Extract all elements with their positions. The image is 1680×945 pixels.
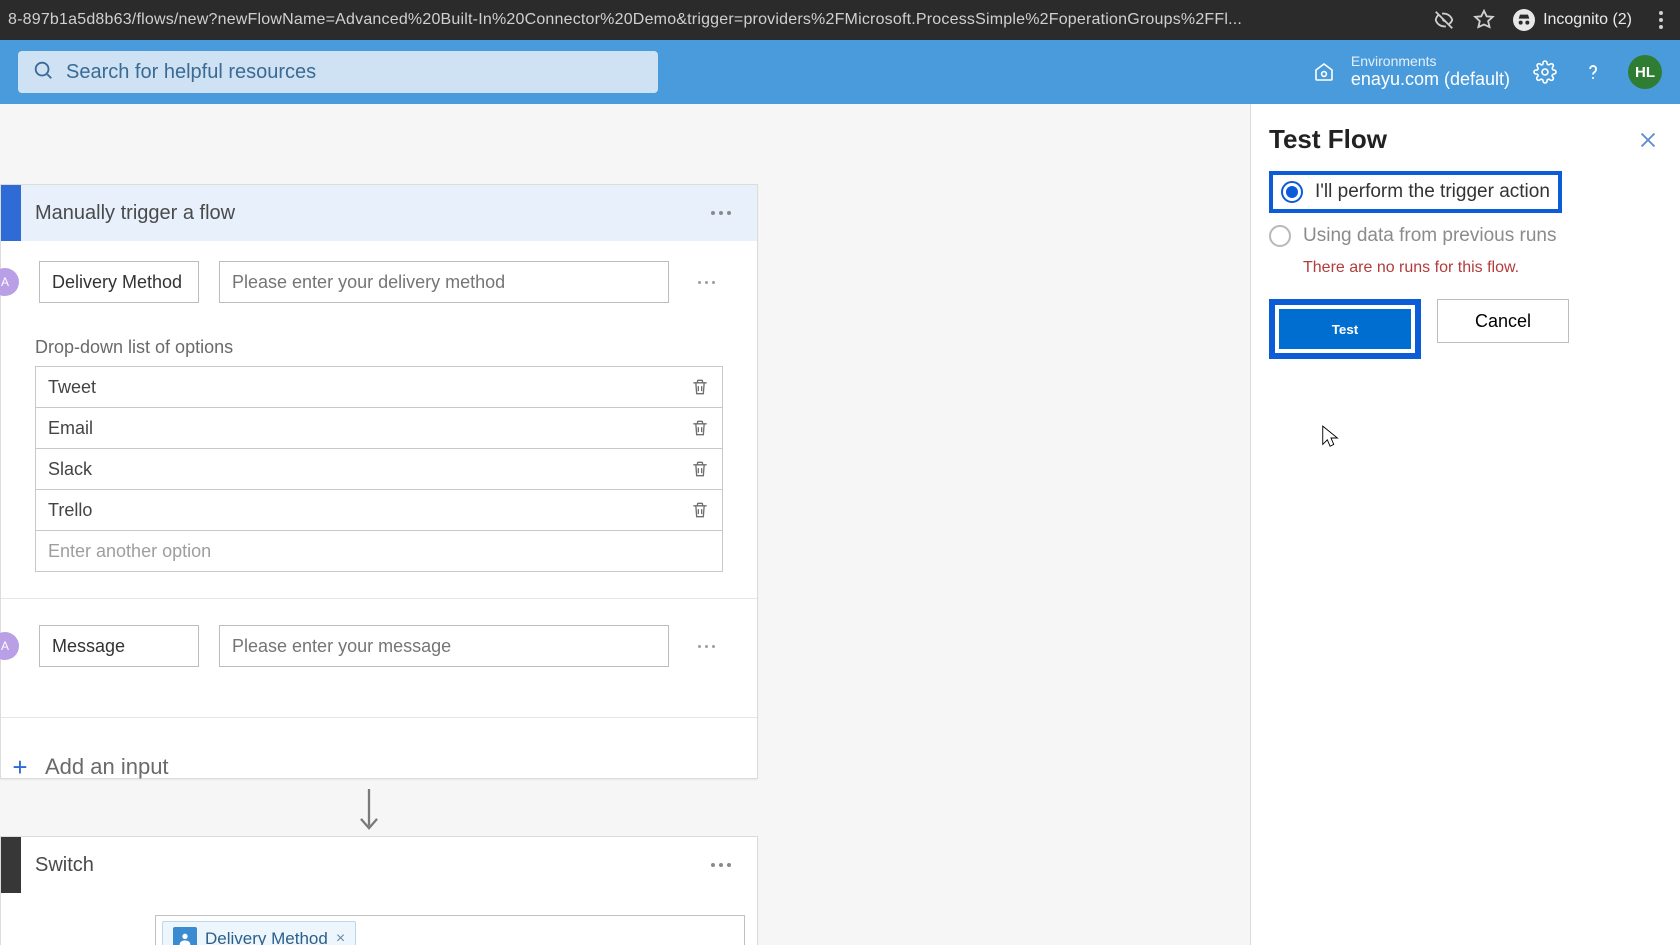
environment-label: Environments xyxy=(1351,54,1510,69)
switch-card-header[interactable]: Switch xyxy=(1,837,757,893)
input-row-delivery: A Delivery Method xyxy=(35,261,723,303)
incognito-icon xyxy=(1513,9,1535,31)
option-new-input[interactable] xyxy=(36,531,722,571)
test-button-highlight: Test xyxy=(1269,299,1421,359)
message-menu-button[interactable] xyxy=(689,629,723,663)
close-icon[interactable] xyxy=(1634,126,1662,154)
option-row xyxy=(36,449,722,490)
plus-icon: + xyxy=(7,754,33,780)
browser-icons: Incognito (2) xyxy=(1433,9,1672,31)
message-input[interactable] xyxy=(219,625,669,667)
delete-icon[interactable] xyxy=(678,408,722,448)
delete-icon[interactable] xyxy=(678,490,722,530)
browser-menu-icon[interactable] xyxy=(1650,9,1672,31)
url-text: 8-897b1a5d8b63/flows/new?newFlowName=Adv… xyxy=(8,11,1242,29)
message-label[interactable]: Message xyxy=(39,625,199,667)
switch-card: Switch Delivery Method × xyxy=(0,836,758,945)
incognito-label: Incognito (2) xyxy=(1543,11,1632,29)
option-input[interactable] xyxy=(36,367,670,407)
search-icon xyxy=(32,59,54,86)
add-input-label: Add an input xyxy=(45,754,169,780)
param-avatar: A xyxy=(0,268,19,296)
flow-arrow-icon xyxy=(355,789,383,835)
option-row xyxy=(36,490,722,531)
incognito-indicator[interactable]: Incognito (2) xyxy=(1513,9,1632,31)
option-row-new xyxy=(36,531,722,572)
divider xyxy=(1,717,757,718)
divider xyxy=(1,598,757,599)
pill-remove-icon[interactable]: × xyxy=(336,930,345,945)
eye-off-icon[interactable] xyxy=(1433,9,1455,31)
app-header: Environments enayu.com (default) HL xyxy=(0,40,1680,104)
trigger-badge xyxy=(1,185,21,241)
search-input[interactable] xyxy=(66,61,644,84)
trigger-card: Manually trigger a flow A Delivery Metho… xyxy=(0,184,758,779)
delete-icon[interactable] xyxy=(678,449,722,489)
delivery-menu-button[interactable] xyxy=(689,265,723,299)
radio-group: I'll perform the trigger action Using da… xyxy=(1269,171,1662,277)
radio-icon xyxy=(1269,225,1291,247)
option-input[interactable] xyxy=(36,490,670,530)
switch-title: Switch xyxy=(35,854,701,877)
option-row xyxy=(36,367,722,408)
star-icon[interactable] xyxy=(1473,9,1495,31)
pill-label: Delivery Method xyxy=(205,929,328,945)
gear-icon[interactable] xyxy=(1532,59,1558,85)
radio-label: Using data from previous runs xyxy=(1303,225,1556,247)
delete-icon[interactable] xyxy=(678,367,722,407)
option-input[interactable] xyxy=(36,408,670,448)
test-button[interactable]: Test xyxy=(1279,309,1411,349)
radio-previous-runs: Using data from previous runs xyxy=(1269,225,1662,247)
delivery-label[interactable]: Delivery Method xyxy=(39,261,199,303)
environment-picker[interactable]: Environments enayu.com (default) xyxy=(1311,54,1510,89)
dynamic-content-pill[interactable]: Delivery Method × xyxy=(162,921,356,945)
avatar[interactable]: HL xyxy=(1628,55,1662,89)
radio-label: I'll perform the trigger action xyxy=(1315,181,1550,203)
trigger-card-header[interactable]: Manually trigger a flow xyxy=(1,185,757,241)
switch-on-field[interactable]: Delivery Method × xyxy=(155,915,745,945)
workspace: Manually trigger a flow A Delivery Metho… xyxy=(0,104,1680,945)
environment-name: enayu.com (default) xyxy=(1351,70,1510,90)
trigger-title: Manually trigger a flow xyxy=(35,202,701,225)
panel-actions: Test Cancel xyxy=(1269,299,1662,359)
param-avatar: A xyxy=(0,632,19,660)
help-icon[interactable] xyxy=(1580,59,1606,85)
cancel-button[interactable]: Cancel xyxy=(1437,299,1569,343)
panel-title: Test Flow xyxy=(1269,124,1387,155)
environment-icon xyxy=(1311,59,1337,85)
switch-menu-button[interactable] xyxy=(701,845,741,885)
person-icon xyxy=(173,927,197,945)
option-input[interactable] xyxy=(36,449,670,489)
options-list xyxy=(35,366,723,572)
delivery-input[interactable] xyxy=(219,261,669,303)
browser-address-bar: 8-897b1a5d8b63/flows/new?newFlowName=Adv… xyxy=(0,0,1680,40)
radio-perform-trigger[interactable]: I'll perform the trigger action xyxy=(1269,171,1562,213)
switch-badge xyxy=(1,837,21,893)
trigger-menu-button[interactable] xyxy=(701,193,741,233)
input-row-message: A Message xyxy=(35,625,723,667)
no-runs-text: There are no runs for this flow. xyxy=(1303,259,1662,277)
options-section-label: Drop-down list of options xyxy=(35,337,723,358)
radio-icon xyxy=(1281,181,1303,203)
search-box[interactable] xyxy=(18,51,658,93)
test-flow-panel: Test Flow I'll perform the trigger actio… xyxy=(1250,104,1680,945)
option-row xyxy=(36,408,722,449)
